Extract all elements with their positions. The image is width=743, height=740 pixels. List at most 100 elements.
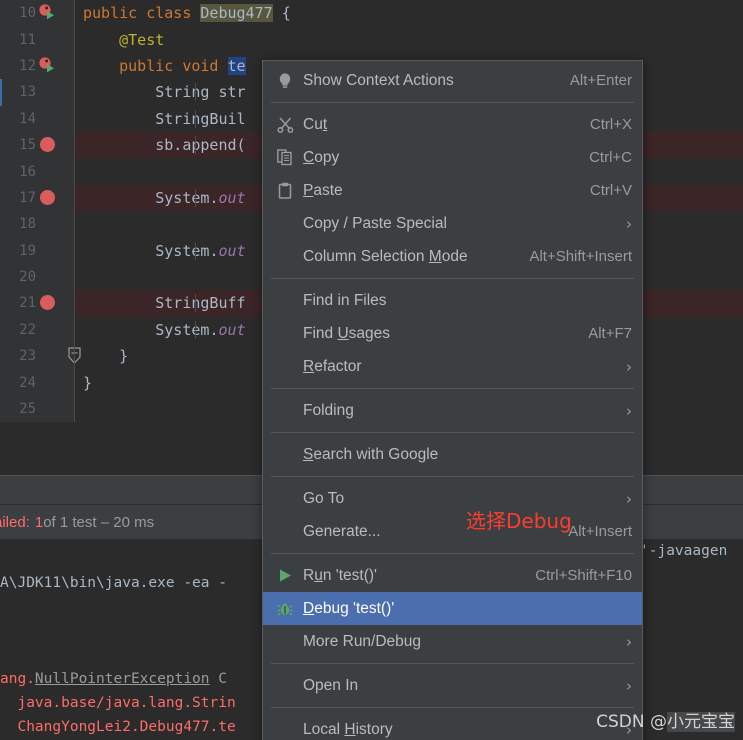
- menu-item-copy[interactable]: Copy Ctrl+C: [263, 141, 642, 174]
- watermark-name: 小元宝宝: [667, 712, 735, 732]
- gutter-divider: [74, 158, 75, 185]
- test-failed-count: 1: [34, 513, 44, 531]
- menu-item-paste[interactable]: Paste Ctrl+V: [263, 174, 642, 207]
- menu-separator: [271, 476, 634, 477]
- csdn-watermark: CSDN @小元宝宝: [596, 707, 735, 732]
- editor-gutter-cell[interactable]: 24: [0, 369, 75, 396]
- code-text[interactable]: @Test: [75, 31, 743, 49]
- menu-item-label: Column Selection Mode: [303, 247, 468, 265]
- menu-item-no-icon: [271, 247, 299, 267]
- indent-guide: [195, 294, 196, 313]
- run-test-class-icon[interactable]: [38, 3, 58, 23]
- menu-item-label: Generate...: [303, 522, 381, 540]
- menu-item-cut[interactable]: Cut Ctrl+X: [263, 108, 642, 141]
- ide-window: 10 public class Debug477 {11 @Test 12 publ…: [0, 0, 743, 740]
- menu-item-no-icon: [271, 676, 299, 696]
- menu-item-label: Debug 'test()': [303, 599, 395, 617]
- line-number: 15: [19, 137, 36, 154]
- menu-separator: [271, 432, 634, 433]
- editor-context-menu[interactable]: Show Context Actions Alt+Enter Cut Ctrl+X Co…: [262, 60, 643, 740]
- editor-gutter-cell[interactable]: 25: [0, 395, 75, 423]
- indent-guide: [195, 241, 196, 260]
- menu-item-no-icon: [271, 489, 299, 509]
- lightbulb-icon: [271, 71, 299, 91]
- editor-gutter-cell[interactable]: 19: [0, 237, 75, 264]
- editor-gutter-cell[interactable]: 23: [0, 343, 81, 370]
- menu-item-shortcut: Alt+Insert: [568, 523, 632, 540]
- editor-gutter-cell[interactable]: 20: [0, 263, 75, 291]
- line-number: 22: [19, 321, 36, 338]
- run-test-method-icon[interactable]: [38, 56, 58, 76]
- line-number: 11: [19, 31, 36, 48]
- menu-item-no-icon: [271, 522, 299, 542]
- editor-gutter-cell[interactable]: 12: [0, 52, 75, 80]
- editor-gutter-cell[interactable]: 22: [0, 316, 75, 344]
- code-line[interactable]: 10 public class Debug477 {: [0, 0, 743, 27]
- breakpoint-icon[interactable]: [40, 136, 55, 152]
- line-number: 23: [19, 348, 36, 365]
- chevron-right-icon: ›: [626, 401, 632, 420]
- editor-gutter-cell[interactable]: 10: [0, 0, 75, 27]
- menu-item-label: Folding: [303, 401, 354, 419]
- menu-item-more-run-debug[interactable]: More Run/Debug ›: [263, 625, 642, 658]
- chevron-right-icon: ›: [626, 489, 632, 508]
- menu-item-shortcut: Ctrl+C: [589, 149, 632, 166]
- menu-item-label: Open In: [303, 676, 359, 694]
- editor-gutter-cell[interactable]: 18: [0, 211, 75, 238]
- menu-item-refactor[interactable]: Refactor ›: [263, 350, 642, 383]
- menu-item-show-context-actions[interactable]: Show Context Actions Alt+Enter: [263, 64, 642, 97]
- menu-item-run-test[interactable]: Run 'test()' Ctrl+Shift+F10: [263, 559, 642, 592]
- editor-gutter-cell[interactable]: 14: [0, 105, 75, 132]
- menu-item-label: Run 'test()': [303, 566, 377, 584]
- menu-item-label: Find in Files: [303, 291, 387, 309]
- editor-gutter-cell[interactable]: 11: [0, 26, 75, 53]
- menu-separator: [271, 388, 634, 389]
- menu-item-no-icon: [271, 357, 299, 377]
- line-number: 18: [19, 216, 36, 233]
- menu-separator: [271, 278, 634, 279]
- line-number: 12: [19, 57, 36, 74]
- editor-gutter-cell[interactable]: 15: [0, 131, 75, 159]
- line-number: 16: [19, 163, 36, 180]
- menu-item-generate[interactable]: Generate... Alt+Insert: [263, 515, 642, 548]
- menu-item-shortcut: Alt+F7: [588, 325, 632, 342]
- editor-gutter-cell[interactable]: 13: [0, 79, 75, 106]
- editor-gutter-cell[interactable]: 21: [0, 290, 75, 317]
- menu-item-no-icon: [271, 445, 299, 465]
- menu-item-find-in-files[interactable]: Find in Files: [263, 284, 642, 317]
- menu-item-copy-paste-special[interactable]: Copy / Paste Special ›: [263, 207, 642, 240]
- menu-item-shortcut: Ctrl+V: [589, 182, 632, 199]
- indent-guide: [195, 109, 196, 128]
- watermark-prefix: CSDN @: [596, 712, 667, 732]
- menu-item-debug-test[interactable]: Debug 'test()': [263, 592, 642, 625]
- line-number: 25: [19, 401, 36, 418]
- menu-separator: [271, 553, 634, 554]
- run-icon: [271, 566, 299, 586]
- breakpoint-icon[interactable]: [40, 189, 55, 205]
- menu-item-column-selection-mode[interactable]: Column Selection Mode Alt+Shift+Insert: [263, 240, 642, 273]
- menu-item-local-history[interactable]: Local History ›: [263, 713, 642, 740]
- indent-guide: [195, 188, 196, 207]
- menu-item-find-usages[interactable]: Find Usages Alt+F7: [263, 317, 642, 350]
- line-number: 13: [19, 84, 36, 101]
- scissors-icon: [271, 115, 299, 135]
- menu-item-folding[interactable]: Folding ›: [263, 394, 642, 427]
- editor-gutter-cell[interactable]: 17: [0, 184, 75, 212]
- menu-item-go-to[interactable]: Go To ›: [263, 482, 642, 515]
- menu-separator: [271, 707, 634, 708]
- code-line[interactable]: 11 @Test: [0, 26, 743, 53]
- code-text[interactable]: public class Debug477 {: [75, 4, 743, 23]
- clipboard-icon: [271, 181, 299, 201]
- gutter-divider: [74, 263, 75, 291]
- menu-item-label: Copy / Paste Special: [303, 214, 447, 232]
- gutter-divider: [74, 211, 75, 238]
- chevron-right-icon: ›: [626, 632, 632, 651]
- breakpoint-icon[interactable]: [40, 295, 55, 311]
- editor-gutter-cell[interactable]: 16: [0, 158, 75, 185]
- line-number: 21: [19, 295, 36, 312]
- editor-left-marker: [0, 79, 2, 106]
- menu-item-search-with-google[interactable]: Search with Google: [263, 438, 642, 471]
- menu-item-no-icon: [271, 720, 299, 740]
- line-number: 20: [19, 269, 36, 286]
- menu-item-open-in[interactable]: Open In ›: [263, 669, 642, 702]
